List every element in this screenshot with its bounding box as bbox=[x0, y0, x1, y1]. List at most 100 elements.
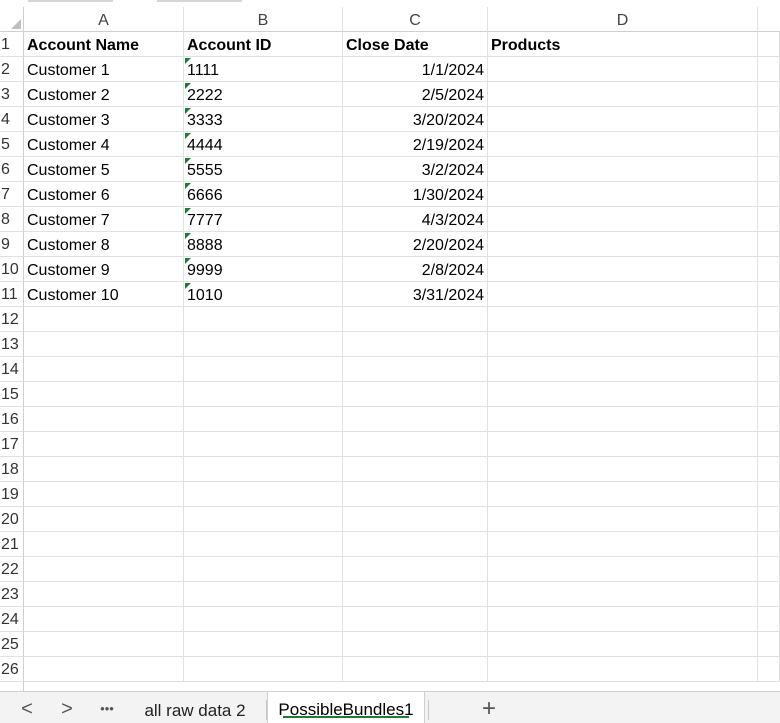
cell-e[interactable] bbox=[758, 532, 780, 557]
number-as-text-warning-icon[interactable] bbox=[185, 258, 191, 264]
row-header[interactable]: 16 bbox=[0, 407, 24, 432]
cell-a[interactable] bbox=[24, 532, 184, 557]
cell-d[interactable] bbox=[488, 407, 758, 432]
column-header-a[interactable]: A bbox=[24, 7, 184, 32]
number-as-text-warning-icon[interactable] bbox=[185, 133, 191, 139]
cell-b[interactable] bbox=[184, 382, 343, 407]
cell-d[interactable] bbox=[488, 57, 758, 82]
cell-c[interactable]: 3/31/2024 bbox=[343, 282, 488, 307]
cell-b[interactable]: 1010 bbox=[184, 282, 343, 307]
cell-b[interactable] bbox=[184, 407, 343, 432]
header-cell[interactable]: Account Name bbox=[24, 32, 184, 57]
cell-c[interactable] bbox=[343, 582, 488, 607]
cell-c[interactable] bbox=[343, 332, 488, 357]
column-header-b[interactable]: B bbox=[184, 7, 343, 32]
number-as-text-warning-icon[interactable] bbox=[185, 208, 191, 214]
row-header[interactable]: 9 bbox=[0, 232, 24, 257]
number-as-text-warning-icon[interactable] bbox=[185, 183, 191, 189]
cell-e[interactable] bbox=[758, 382, 780, 407]
cell-b[interactable] bbox=[184, 307, 343, 332]
cell-d[interactable] bbox=[488, 307, 758, 332]
row-header[interactable]: 26 bbox=[0, 657, 24, 682]
cell-b[interactable] bbox=[184, 582, 343, 607]
cell-b[interactable] bbox=[184, 482, 343, 507]
cell-a[interactable] bbox=[24, 607, 184, 632]
number-as-text-warning-icon[interactable] bbox=[185, 158, 191, 164]
header-cell[interactable]: Close Date bbox=[343, 32, 488, 57]
cell-a[interactable] bbox=[24, 432, 184, 457]
cell-e[interactable] bbox=[758, 132, 780, 157]
cell-e[interactable] bbox=[758, 157, 780, 182]
cell-d[interactable] bbox=[488, 332, 758, 357]
cell-d[interactable] bbox=[488, 507, 758, 532]
cell-c[interactable] bbox=[343, 407, 488, 432]
cell-d[interactable] bbox=[488, 157, 758, 182]
cell-d[interactable] bbox=[488, 482, 758, 507]
cell-b[interactable] bbox=[184, 557, 343, 582]
cell-d[interactable] bbox=[488, 207, 758, 232]
row-header[interactable]: 20 bbox=[0, 507, 24, 532]
row-header[interactable]: 4 bbox=[0, 107, 24, 132]
cell-a[interactable]: Customer 2 bbox=[24, 82, 184, 107]
cell-e[interactable] bbox=[758, 307, 780, 332]
row-header[interactable]: 12 bbox=[0, 307, 24, 332]
cell-a[interactable] bbox=[24, 632, 184, 657]
cell-c[interactable]: 3/2/2024 bbox=[343, 157, 488, 182]
cell-e[interactable] bbox=[758, 457, 780, 482]
cell-a[interactable] bbox=[24, 332, 184, 357]
row-header[interactable]: 11 bbox=[0, 282, 24, 307]
cell-b[interactable] bbox=[184, 657, 343, 682]
cell-a[interactable]: Customer 5 bbox=[24, 157, 184, 182]
cell-b[interactable] bbox=[184, 357, 343, 382]
cell-b[interactable]: 5555 bbox=[184, 157, 343, 182]
cell-e[interactable] bbox=[758, 257, 780, 282]
cell-d[interactable] bbox=[488, 432, 758, 457]
cell-c[interactable] bbox=[343, 357, 488, 382]
cell-a[interactable]: Customer 8 bbox=[24, 232, 184, 257]
cell-d[interactable] bbox=[488, 132, 758, 157]
cell-c[interactable] bbox=[343, 307, 488, 332]
cell-c[interactable] bbox=[343, 532, 488, 557]
row-header[interactable]: 10 bbox=[0, 257, 24, 282]
cell-c[interactable] bbox=[343, 557, 488, 582]
cell-b[interactable] bbox=[184, 632, 343, 657]
row-header[interactable]: 21 bbox=[0, 532, 24, 557]
cell-e[interactable] bbox=[758, 607, 780, 632]
row-header[interactable]: 19 bbox=[0, 482, 24, 507]
cell-d[interactable] bbox=[488, 232, 758, 257]
cell-e[interactable] bbox=[758, 432, 780, 457]
cell-d[interactable] bbox=[488, 607, 758, 632]
cell-b[interactable]: 2222 bbox=[184, 82, 343, 107]
cell-a[interactable] bbox=[24, 382, 184, 407]
cell-a[interactable]: Customer 4 bbox=[24, 132, 184, 157]
cell-b[interactable] bbox=[184, 507, 343, 532]
cell-a[interactable] bbox=[24, 657, 184, 682]
cell-b[interactable]: 6666 bbox=[184, 182, 343, 207]
cell-a[interactable]: Customer 1 bbox=[24, 57, 184, 82]
row-header[interactable]: 13 bbox=[0, 332, 24, 357]
cell-b[interactable] bbox=[184, 432, 343, 457]
cell-a[interactable] bbox=[24, 507, 184, 532]
row-header[interactable]: 5 bbox=[0, 132, 24, 157]
cell-d[interactable] bbox=[488, 532, 758, 557]
cell-a[interactable] bbox=[24, 582, 184, 607]
cell-c[interactable]: 2/5/2024 bbox=[343, 82, 488, 107]
number-as-text-warning-icon[interactable] bbox=[185, 58, 191, 64]
cell-a[interactable]: Customer 6 bbox=[24, 182, 184, 207]
cell-d[interactable] bbox=[488, 357, 758, 382]
sheet-tab-possiblebundles1[interactable]: PossibleBundles1 bbox=[267, 692, 425, 723]
cell-d[interactable] bbox=[488, 107, 758, 132]
row-header[interactable]: 2 bbox=[0, 57, 24, 82]
cell-a[interactable]: Customer 10 bbox=[24, 282, 184, 307]
cell-d[interactable] bbox=[488, 557, 758, 582]
cell-d[interactable] bbox=[488, 282, 758, 307]
cell-e[interactable] bbox=[758, 657, 780, 682]
number-as-text-warning-icon[interactable] bbox=[185, 283, 191, 289]
cell-a[interactable] bbox=[24, 557, 184, 582]
cell-e[interactable] bbox=[758, 507, 780, 532]
cell-b[interactable] bbox=[184, 532, 343, 557]
cell-a[interactable]: Customer 7 bbox=[24, 207, 184, 232]
cell-c[interactable] bbox=[343, 632, 488, 657]
cell-b[interactable] bbox=[184, 332, 343, 357]
cell-c[interactable]: 1/30/2024 bbox=[343, 182, 488, 207]
